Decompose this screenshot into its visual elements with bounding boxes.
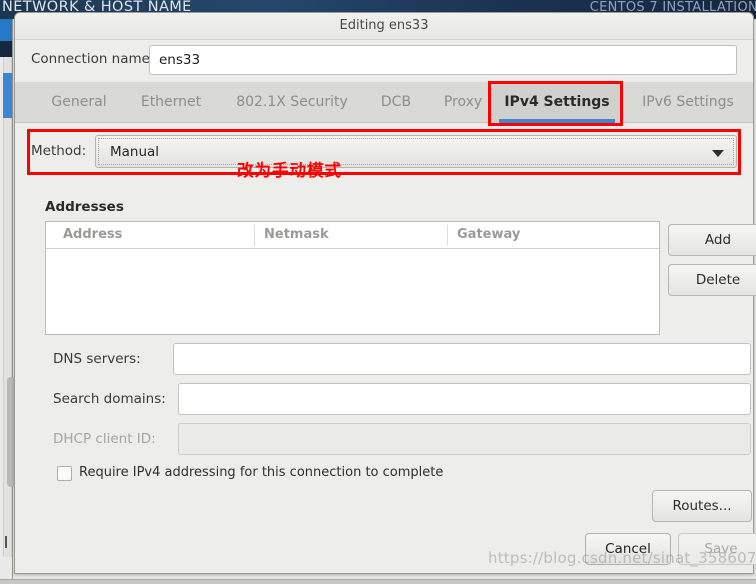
addresses-table-body[interactable]	[46, 249, 659, 334]
tab-dcb[interactable]: DCB	[365, 82, 427, 123]
method-row: Method: Manual	[15, 130, 753, 174]
connection-name-input[interactable]: ens33	[149, 45, 737, 75]
tab-ipv6-settings-label: IPv6 Settings	[642, 94, 734, 110]
dialog-title: Editing ens33	[339, 18, 429, 33]
tab-ipv6-settings[interactable]: IPv6 Settings	[623, 82, 753, 123]
tab-proxy[interactable]: Proxy	[427, 82, 499, 123]
connection-name-row: Connection name: ens33	[15, 42, 753, 78]
tab-dcb-label: DCB	[380, 94, 412, 110]
connection-name-label: Connection name:	[31, 51, 155, 67]
tab-general-label: General	[51, 94, 107, 110]
tab-ethernet-label: Ethernet	[140, 94, 202, 110]
dns-servers-label: DNS servers:	[53, 351, 141, 367]
tab-general[interactable]: General	[35, 82, 123, 123]
dns-servers-input[interactable]	[173, 343, 751, 375]
tab-ipv4-settings-label: IPv4 Settings	[504, 94, 610, 110]
tab-ipv4-settings[interactable]: IPv4 Settings	[491, 82, 623, 123]
addresses-table-header: Address Netmask Gateway	[46, 222, 659, 249]
cancel-button[interactable]: Cancel	[585, 533, 671, 565]
column-header-netmask[interactable]: Netmask	[255, 222, 447, 248]
installer-footer-bar	[0, 579, 756, 584]
background-scrollbar-track[interactable]	[3, 57, 16, 557]
chevron-down-icon	[712, 150, 724, 157]
dhcp-client-id-label: DHCP client ID:	[53, 431, 156, 447]
editing-connection-dialog: Editing ens33 Connection name: ens33 Gen…	[14, 12, 756, 574]
method-dropdown-value: Manual	[110, 144, 160, 160]
routes-button[interactable]: Routes...	[652, 490, 752, 522]
tab-ethernet[interactable]: Ethernet	[123, 82, 219, 123]
background-accent-block	[0, 19, 12, 41]
background-selection-indicator	[3, 73, 12, 118]
annotation-text-method: 改为手动模式	[237, 161, 342, 180]
background-mark	[5, 536, 7, 548]
settings-tabstrip: General Ethernet 802.1X Security DCB Pro…	[15, 82, 753, 123]
dhcp-client-id-input	[178, 423, 751, 455]
require-ipv4-checkbox[interactable]	[57, 466, 72, 481]
method-dropdown-focus-ring	[98, 138, 734, 165]
tab-proxy-label: Proxy	[443, 94, 483, 110]
method-label: Method:	[31, 143, 87, 159]
dialog-titlebar: Editing ens33	[15, 13, 753, 40]
background-divider	[12, 19, 13, 584]
method-dropdown[interactable]: Manual	[95, 135, 737, 168]
active-tab-underline	[499, 119, 615, 123]
search-domains-label: Search domains:	[53, 391, 166, 407]
tab-8021x-security[interactable]: 802.1X Security	[219, 82, 365, 123]
addresses-table[interactable]: Address Netmask Gateway	[45, 221, 660, 335]
add-address-button[interactable]: Add	[668, 224, 756, 256]
background-dark-block	[0, 41, 12, 57]
column-header-address[interactable]: Address	[54, 222, 254, 248]
addresses-section-title: Addresses	[45, 199, 124, 215]
dialog-footer: Cancel Save	[15, 527, 756, 573]
tab-8021x-security-label: 802.1X Security	[236, 94, 348, 110]
column-header-gateway[interactable]: Gateway	[448, 222, 658, 248]
save-button: Save	[678, 533, 756, 565]
require-ipv4-label: Require IPv4 addressing for this connect…	[79, 465, 444, 480]
search-domains-input[interactable]	[178, 383, 751, 415]
delete-address-button[interactable]: Delete	[668, 264, 756, 296]
